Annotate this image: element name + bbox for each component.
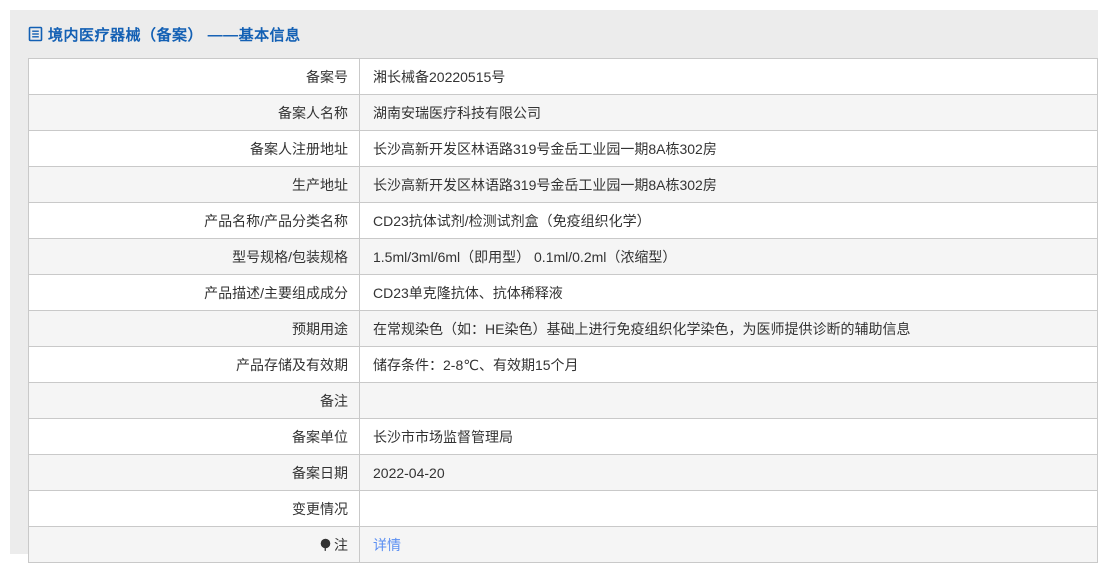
row-value — [360, 491, 1098, 527]
row-label-text: 产品描述/主要组成成分 — [204, 285, 348, 301]
row-label: 型号规格/包装规格 — [29, 239, 360, 275]
row-value-text: 1.5ml/3ml/6ml（即用型） 0.1ml/0.2ml（浓缩型） — [373, 249, 676, 265]
page-header: 境内医疗器械（备案） ——基本信息 — [10, 10, 1098, 58]
row-value-text: 长沙市市场监督管理局 — [373, 429, 513, 445]
info-table: 备案号 湘长械备20220515号备案人名称 湖南安瑞医疗科技有限公司备案人注册地址… — [28, 58, 1098, 563]
row-label-text: 备案人注册地址 — [250, 141, 348, 157]
row-label-text: 注 — [334, 537, 348, 553]
table-row: 型号规格/包装规格 1.5ml/3ml/6ml（即用型） 0.1ml/0.2ml（… — [29, 239, 1098, 275]
row-label-text: 备注 — [320, 393, 348, 409]
table-row: 预期用途 在常规染色（如：HE染色）基础上进行免疫组织化学染色，为医师提供诊断的辅… — [29, 311, 1098, 347]
row-value — [360, 383, 1098, 419]
table-row: 生产地址 长沙高新开发区林语路319号金岳工业园一期8A栋302房 — [29, 167, 1098, 203]
table-row: 产品存储及有效期 储存条件：2-8℃、有效期15个月 — [29, 347, 1098, 383]
document-icon — [28, 26, 43, 42]
row-value: 储存条件：2-8℃、有效期15个月 — [360, 347, 1098, 383]
row-value: 详情 — [360, 527, 1098, 563]
row-value: 长沙市市场监督管理局 — [360, 419, 1098, 455]
table-row: 备案号 湘长械备20220515号 — [29, 59, 1098, 95]
row-label: 备案人名称 — [29, 95, 360, 131]
row-label: 备案号 — [29, 59, 360, 95]
info-card: 备案号 湘长械备20220515号备案人名称 湖南安瑞医疗科技有限公司备案人注册地址… — [28, 58, 1098, 573]
table-row: 备案人名称 湖南安瑞医疗科技有限公司 — [29, 95, 1098, 131]
row-value-text: 储存条件：2-8℃、有效期15个月 — [373, 357, 579, 373]
row-label: 预期用途 — [29, 311, 360, 347]
table-row: 备案单位 长沙市市场监督管理局 — [29, 419, 1098, 455]
row-label-text: 备案日期 — [292, 465, 348, 481]
row-value-text: 在常规染色（如：HE染色）基础上进行免疫组织化学染色，为医师提供诊断的辅助信息 — [373, 321, 910, 337]
row-label-text: 型号规格/包装规格 — [232, 249, 348, 265]
table-row: 注 详情 — [29, 527, 1098, 563]
row-value: 2022-04-20 — [360, 455, 1098, 491]
row-label: 生产地址 — [29, 167, 360, 203]
row-label-text: 备案人名称 — [278, 105, 348, 121]
row-label-text: 产品存储及有效期 — [236, 357, 348, 373]
table-row: 备注 — [29, 383, 1098, 419]
row-value: 在常规染色（如：HE染色）基础上进行免疫组织化学染色，为医师提供诊断的辅助信息 — [360, 311, 1098, 347]
table-row: 产品名称/产品分类名称 CD23抗体试剂/检测试剂盒（免疫组织化学） — [29, 203, 1098, 239]
row-value: 1.5ml/3ml/6ml（即用型） 0.1ml/0.2ml（浓缩型） — [360, 239, 1098, 275]
row-value-text: CD23抗体试剂/检测试剂盒（免疫组织化学） — [373, 213, 651, 229]
table-row: 备案人注册地址 长沙高新开发区林语路319号金岳工业园一期8A栋302房 — [29, 131, 1098, 167]
page-title: 境内医疗器械（备案） ——基本信息 — [48, 24, 301, 45]
table-row: 产品描述/主要组成成分 CD23单克隆抗体、抗体稀释液 — [29, 275, 1098, 311]
row-label-text: 备案号 — [306, 69, 348, 85]
row-value-text: CD23单克隆抗体、抗体稀释液 — [373, 285, 563, 301]
row-value-text: 湖南安瑞医疗科技有限公司 — [373, 105, 541, 121]
row-label: 备注 — [29, 383, 360, 419]
row-value: 湘长械备20220515号 — [360, 59, 1098, 95]
row-label: 备案人注册地址 — [29, 131, 360, 167]
row-label: 产品描述/主要组成成分 — [29, 275, 360, 311]
row-label: 备案日期 — [29, 455, 360, 491]
info-table-body: 备案号 湘长械备20220515号备案人名称 湖南安瑞医疗科技有限公司备案人注册地址… — [29, 59, 1098, 563]
row-value: CD23抗体试剂/检测试剂盒（免疫组织化学） — [360, 203, 1098, 239]
details-link[interactable]: 详情 — [373, 537, 401, 553]
row-label: 产品存储及有效期 — [29, 347, 360, 383]
row-label-text: 备案单位 — [292, 429, 348, 445]
row-label-text: 变更情况 — [292, 501, 348, 517]
balloon-icon — [319, 538, 332, 555]
row-label-text: 产品名称/产品分类名称 — [204, 213, 348, 229]
row-label: 变更情况 — [29, 491, 360, 527]
row-value: 长沙高新开发区林语路319号金岳工业园一期8A栋302房 — [360, 131, 1098, 167]
row-label-text: 预期用途 — [292, 321, 348, 337]
content-panel: 境内医疗器械（备案） ——基本信息 备案号 湘长械备20220515号备案人名称 湖… — [10, 10, 1098, 554]
row-value-text: 2022-04-20 — [373, 465, 445, 481]
table-row: 变更情况 — [29, 491, 1098, 527]
table-row: 备案日期 2022-04-20 — [29, 455, 1098, 491]
row-label: 产品名称/产品分类名称 — [29, 203, 360, 239]
row-value-text: 长沙高新开发区林语路319号金岳工业园一期8A栋302房 — [373, 177, 717, 193]
row-value: 长沙高新开发区林语路319号金岳工业园一期8A栋302房 — [360, 167, 1098, 203]
row-label-text: 生产地址 — [292, 177, 348, 193]
row-label: 备案单位 — [29, 419, 360, 455]
row-value-text: 长沙高新开发区林语路319号金岳工业园一期8A栋302房 — [373, 141, 717, 157]
row-value: 湖南安瑞医疗科技有限公司 — [360, 95, 1098, 131]
row-value-text: 湘长械备20220515号 — [373, 69, 505, 85]
row-value: CD23单克隆抗体、抗体稀释液 — [360, 275, 1098, 311]
row-label: 注 — [29, 527, 360, 563]
